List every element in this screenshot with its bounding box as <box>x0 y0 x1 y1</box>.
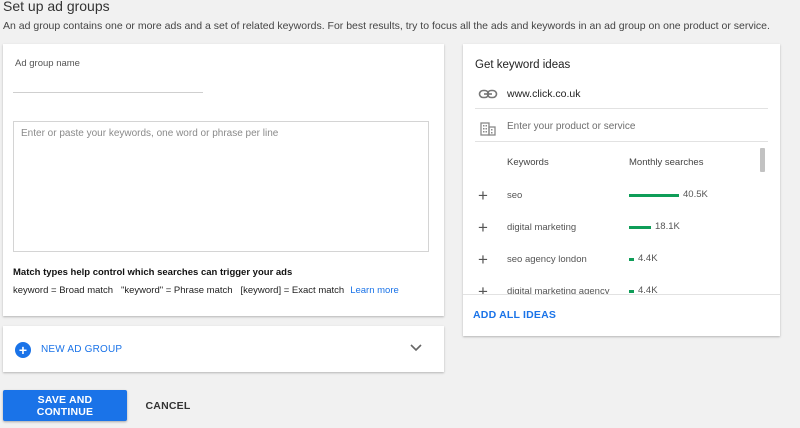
idea-search-bar <box>629 226 651 229</box>
learn-more-link[interactable]: Learn more <box>350 285 399 296</box>
keyword-idea-row: + seo 40.5K <box>463 186 768 220</box>
keyword-idea-row: + seo agency london 4.4K <box>463 250 768 284</box>
keyword-idea-row: + digital marketing 18.1K <box>463 218 768 252</box>
ad-group-card: Ad group name Match types help control w… <box>3 44 444 316</box>
idea-search-bar <box>629 258 634 261</box>
plus-circle-icon[interactable]: + <box>15 342 31 358</box>
idea-keyword: digital marketing <box>507 222 577 233</box>
page-title: Set up ad groups <box>3 0 110 14</box>
keyword-ideas-title: Get keyword ideas <box>475 59 571 71</box>
idea-monthly-searches: 18.1K <box>655 221 680 232</box>
ad-group-name-label: Ad group name <box>15 58 80 69</box>
idea-search-bar <box>629 290 634 293</box>
divider <box>475 108 768 109</box>
divider <box>475 141 768 142</box>
match-types-examples: keyword = Broad match "keyword" = Phrase… <box>13 285 345 296</box>
idea-monthly-searches: 40.5K <box>683 189 708 200</box>
idea-keyword: seo agency london <box>507 254 587 265</box>
match-types-text: keyword = Broad match "keyword" = Phrase… <box>13 285 399 296</box>
keyword-ideas-card: Get keyword ideas www.click.co.uk Keywor… <box>463 44 780 336</box>
building-icon <box>480 122 496 136</box>
add-idea-plus-icon[interactable]: + <box>478 250 488 270</box>
ad-group-name-input[interactable] <box>13 74 203 90</box>
idea-keyword: seo <box>507 190 523 201</box>
keywords-box <box>13 121 429 252</box>
match-types-heading: Match types help control which searches … <box>13 267 293 278</box>
ideas-scrollbar[interactable] <box>760 148 765 172</box>
add-idea-plus-icon[interactable]: + <box>478 186 488 206</box>
keyword-ideas-list: + seo 40.5K + digital marketing 18.1K + … <box>463 184 780 295</box>
save-and-continue-button[interactable]: SAVE AND CONTINUE <box>3 390 127 421</box>
product-service-input[interactable] <box>507 121 757 132</box>
page-description: An ad group contains one or more ads and… <box>3 20 770 32</box>
add-idea-plus-icon[interactable]: + <box>478 218 488 238</box>
idea-search-bar <box>629 194 679 197</box>
divider <box>463 294 780 295</box>
column-header-keywords: Keywords <box>507 157 549 168</box>
new-ad-group-row[interactable]: + NEW AD GROUP <box>3 326 444 372</box>
chevron-down-icon[interactable] <box>408 339 424 355</box>
keywords-textarea[interactable] <box>14 122 428 251</box>
cancel-button[interactable]: CANCEL <box>137 390 199 421</box>
column-header-monthly-searches: Monthly searches <box>629 157 704 168</box>
new-ad-group-label[interactable]: NEW AD GROUP <box>41 344 122 355</box>
ad-group-name-underline <box>13 92 203 93</box>
link-icon <box>478 89 498 99</box>
add-all-ideas-button[interactable]: ADD ALL IDEAS <box>473 309 556 321</box>
idea-monthly-searches: 4.4K <box>638 253 658 264</box>
url-value[interactable]: www.click.co.uk <box>507 88 581 100</box>
